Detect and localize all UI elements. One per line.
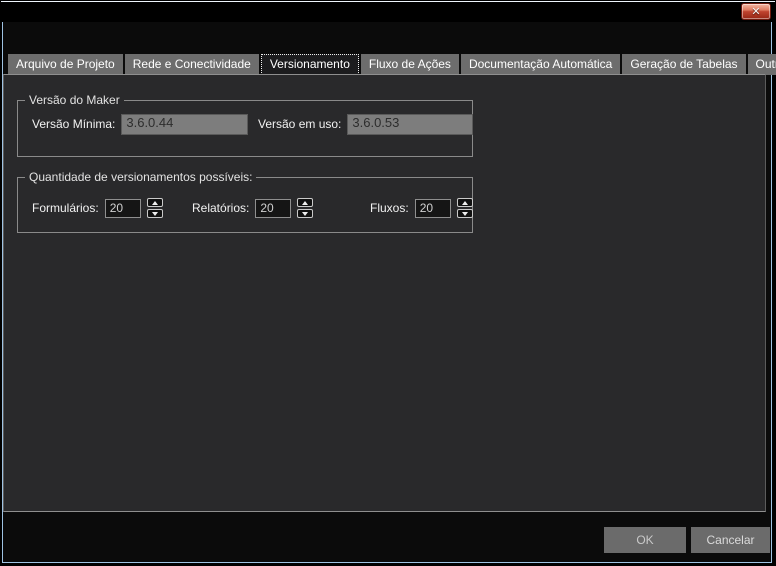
spin-up-icon (302, 201, 308, 205)
versao-em-uso-label: Versão em uso: (258, 117, 341, 131)
close-icon: ✕ (751, 6, 760, 17)
spin-down-button[interactable] (147, 209, 163, 218)
fluxos-label: Fluxos: (370, 201, 409, 215)
tab-rede-e-conectividade[interactable]: Rede e Conectividade (125, 54, 259, 75)
versao-em-uso-field: Versão em uso: (258, 113, 473, 135)
relatorios-label: Relatórios: (192, 201, 249, 215)
spin-up-button[interactable] (147, 198, 163, 207)
spin-up-icon (462, 201, 468, 205)
tabpage-versionamento: Versão do Maker Versão Mínima: Versão em… (3, 74, 766, 512)
tabstrip: Arquivo de Projeto Rede e Conectividade … (8, 54, 776, 75)
spin-down-icon (462, 212, 468, 216)
groupbox-versao-title: Versão do Maker (25, 93, 124, 108)
groupbox-quantidade-title: Quantidade de versionamentos possíveis: (25, 170, 256, 185)
titlebar: Configurações (1, 1, 775, 22)
versao-minima-field: Versão Mínima: (32, 113, 248, 135)
groupbox-versao-do-maker: Versão do Maker Versão Mínima: Versão em… (17, 100, 473, 157)
versao-minima-input (121, 114, 248, 135)
tab-documentacao-automatica[interactable]: Documentação Automática (461, 54, 620, 75)
spin-up-button[interactable] (457, 198, 473, 207)
relatorios-spinner (297, 198, 313, 218)
cancel-button[interactable]: Cancelar (691, 527, 770, 553)
formularios-label: Formulários: (32, 201, 99, 215)
tab-geracao-de-tabelas[interactable]: Geração de Tabelas (622, 54, 745, 75)
tab-outros[interactable]: Outros (748, 54, 776, 75)
ok-button[interactable]: OK (604, 527, 686, 553)
tab-versionamento[interactable]: Versionamento (261, 54, 359, 75)
groupbox-quantidade-versionamentos: Quantidade de versionamentos possíveis: … (17, 177, 473, 233)
spin-down-button[interactable] (457, 209, 473, 218)
tab-fluxo-de-acoes[interactable]: Fluxo de Ações (361, 54, 459, 75)
relatorios-spinner-input[interactable] (255, 199, 291, 218)
versao-em-uso-input (347, 114, 473, 135)
spin-up-button[interactable] (297, 198, 313, 207)
versao-minima-label: Versão Mínima: (32, 117, 115, 131)
spin-up-icon (152, 201, 158, 205)
spin-down-button[interactable] (297, 209, 313, 218)
window-title: Configurações (10, 5, 87, 19)
fluxos-spinner (457, 198, 473, 218)
spin-down-icon (152, 212, 158, 216)
spin-down-icon (302, 212, 308, 216)
close-button[interactable]: ✕ (741, 3, 771, 20)
fluxos-field: Fluxos: (370, 197, 473, 219)
tab-arquivo-de-projeto[interactable]: Arquivo de Projeto (8, 54, 123, 75)
fluxos-spinner-input[interactable] (415, 199, 451, 218)
relatorios-field: Relatórios: (192, 197, 313, 219)
formularios-spinner (147, 198, 163, 218)
formularios-spinner-input[interactable] (105, 199, 141, 218)
configuracoes-dialog: Configurações ✕ Arquivo de Projeto Rede … (0, 0, 776, 566)
formularios-field: Formulários: (32, 197, 163, 219)
